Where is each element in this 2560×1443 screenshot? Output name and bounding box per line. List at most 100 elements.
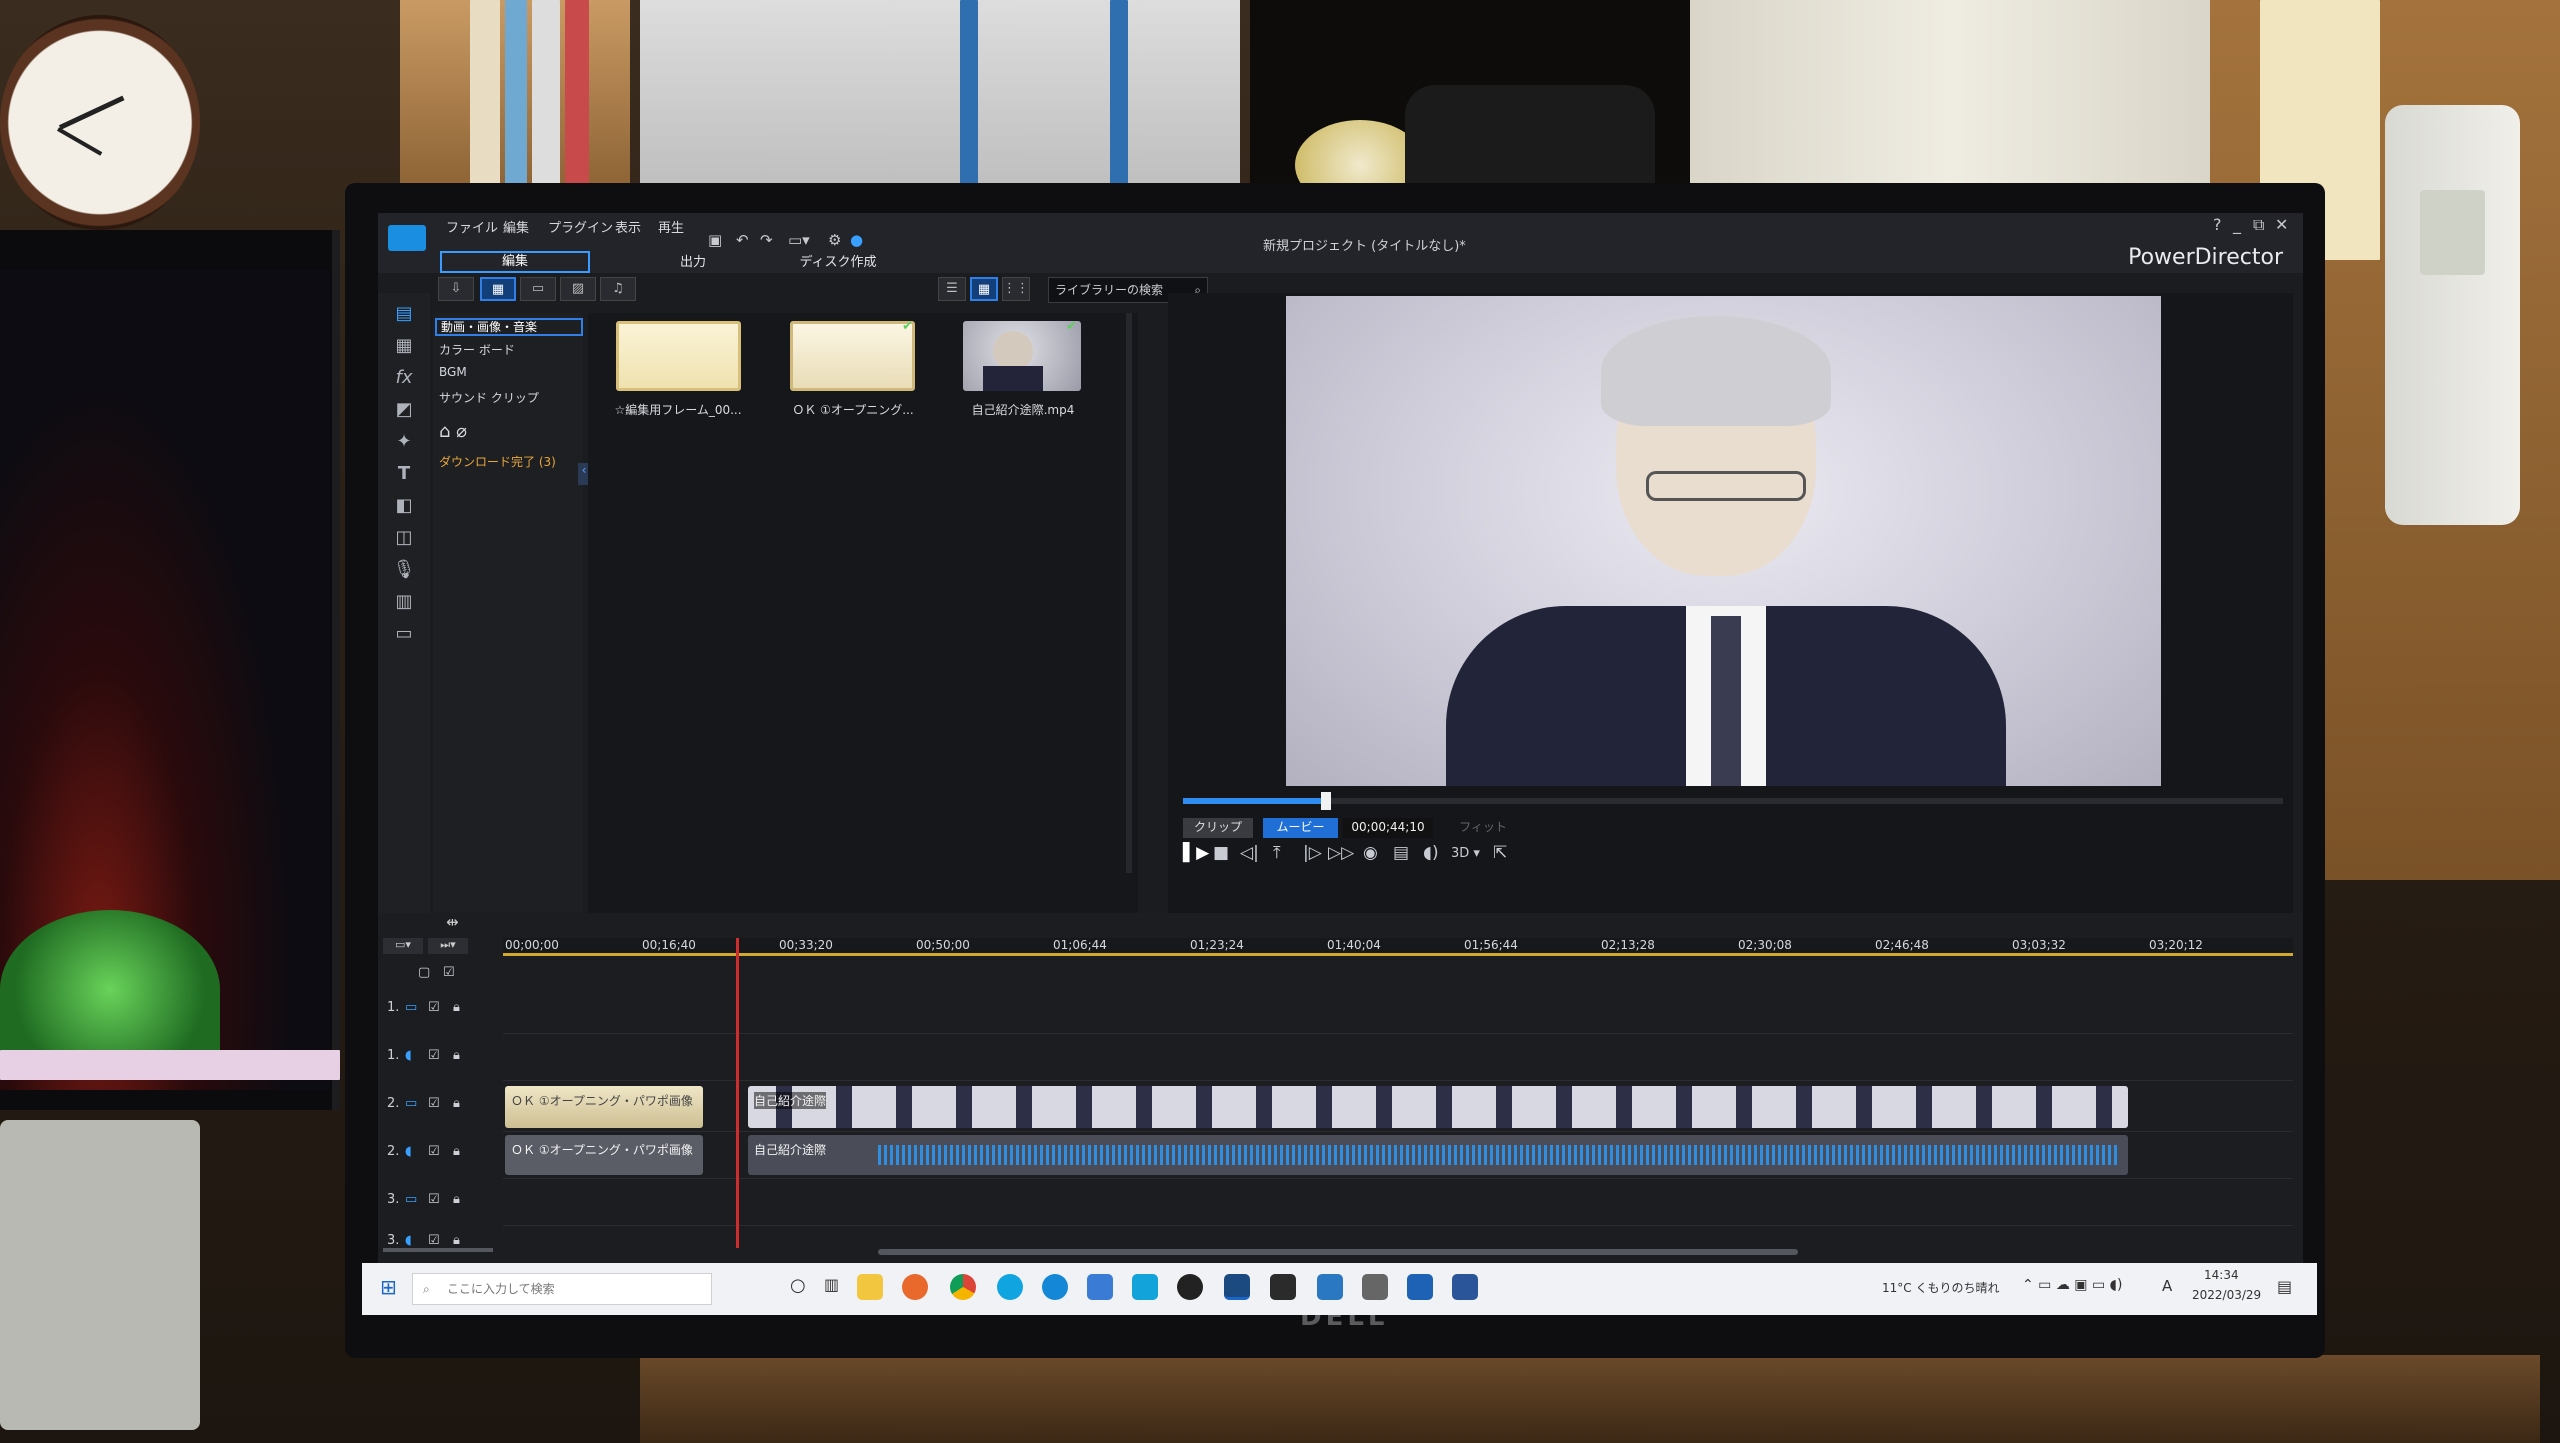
- track-enable-checkbox[interactable]: ☑: [428, 1192, 440, 1207]
- track-row[interactable]: ＯＫ ①オープニング・パワポ画像 自己紹介途際: [503, 1082, 2293, 1132]
- task-view-icon[interactable]: ▥: [824, 1275, 839, 1294]
- lock-icon[interactable]: 🔒︎: [453, 1233, 460, 1248]
- track-enable-checkbox[interactable]: ☑: [428, 1233, 440, 1248]
- skype-icon[interactable]: [997, 1274, 1023, 1300]
- menu-playback[interactable]: 再生: [658, 217, 684, 236]
- track-enable-checkbox[interactable]: ☑: [428, 1096, 440, 1111]
- category-sound-clip[interactable]: サウンド クリップ: [439, 389, 539, 406]
- category-color-board[interactable]: カラー ボード: [439, 341, 515, 358]
- pip-room-icon[interactable]: ◩: [392, 399, 416, 421]
- transition-room-icon[interactable]: ◧: [392, 495, 416, 517]
- store-icon[interactable]: [1087, 1274, 1113, 1300]
- all-tracks-toggle-icon[interactable]: ▢: [418, 965, 430, 980]
- menu-view[interactable]: 表示: [615, 217, 641, 236]
- track-row[interactable]: [503, 1180, 2293, 1226]
- audio-mixing-icon[interactable]: ◫: [392, 527, 416, 549]
- thumbnail-opening[interactable]: [790, 321, 915, 391]
- word-icon[interactable]: [1452, 1274, 1478, 1300]
- subtitle-toggle-icon[interactable]: ▤: [1393, 843, 1409, 863]
- volume-icon[interactable]: ◖): [1423, 843, 1439, 863]
- tab-disc[interactable]: ディスク作成: [793, 251, 883, 270]
- clock-time[interactable]: 14:34: [2204, 1268, 2239, 1282]
- ime-indicator[interactable]: A: [2162, 1277, 2172, 1295]
- edge-icon[interactable]: [1042, 1274, 1068, 1300]
- medium-icons-button[interactable]: ▦: [970, 277, 998, 301]
- lock-icon[interactable]: 🔒︎: [453, 1096, 460, 1111]
- stop-icon[interactable]: ■: [1213, 843, 1229, 863]
- weather-widget[interactable]: 11°C くもりのち晴れ: [1882, 1279, 1999, 1296]
- zoom-slider[interactable]: [383, 1248, 493, 1252]
- timeline-horizontal-scrollbar[interactable]: [878, 1249, 1798, 1255]
- lock-icon[interactable]: 🔒︎: [453, 1144, 460, 1159]
- camera-icon[interactable]: ◉: [1363, 843, 1378, 863]
- category-bgm[interactable]: BGM: [439, 365, 467, 379]
- mail-icon[interactable]: [1132, 1274, 1158, 1300]
- settings-gear-icon[interactable]: ⚙: [828, 231, 841, 249]
- chapter-room-icon[interactable]: ▥: [392, 591, 416, 613]
- thumbnail-video[interactable]: [963, 321, 1081, 391]
- track-manager-button[interactable]: ▭▾: [383, 938, 423, 954]
- tab-output[interactable]: 出力: [663, 251, 723, 270]
- particle-room-icon[interactable]: ✦: [392, 431, 416, 453]
- info-icon[interactable]: ●: [850, 231, 863, 249]
- tab-edit[interactable]: 編集: [440, 251, 590, 273]
- media-filter-all-button[interactable]: ▦: [480, 277, 516, 301]
- powerdirector-taskbar-icon[interactable]: [1224, 1274, 1250, 1300]
- help-icon[interactable]: ?: [2213, 215, 2222, 234]
- redo-icon[interactable]: ↷: [760, 231, 773, 249]
- lock-icon[interactable]: 🔒︎: [453, 1000, 460, 1015]
- menu-edit[interactable]: 編集: [503, 217, 529, 236]
- voice-over-icon[interactable]: 🎙: [392, 559, 416, 581]
- small-icons-button[interactable]: ⋮⋮: [1002, 277, 1030, 301]
- clock-date[interactable]: 2022/03/29: [2192, 1288, 2261, 1302]
- aspect-ratio-icon[interactable]: ▭▾: [788, 231, 810, 249]
- media-app-icon[interactable]: [1270, 1274, 1296, 1300]
- undock-preview-icon[interactable]: ⇱: [1493, 843, 1507, 863]
- main-video-clip[interactable]: 自己紹介途際: [748, 1086, 2128, 1128]
- media-room-icon[interactable]: ▤: [392, 303, 416, 325]
- track-row[interactable]: [503, 1035, 2293, 1081]
- library-scrollbar[interactable]: [1126, 313, 1132, 873]
- taskbar-search-input[interactable]: ⌕ ここに入力して検索: [412, 1273, 712, 1305]
- snap-button[interactable]: ⏭▾: [428, 938, 468, 954]
- system-tray-icons[interactable]: ⌃ ▭ ☁ ▣ ▭ ◖): [2022, 1277, 2123, 1293]
- windows-start-icon[interactable]: ⊞: [380, 1275, 397, 1299]
- cortana-icon[interactable]: ○: [790, 1275, 806, 1296]
- timecode-display[interactable]: 00;00;44;10: [1343, 818, 1433, 838]
- fast-forward-icon[interactable]: ▷▷: [1328, 843, 1354, 863]
- menu-plugin[interactable]: プラグイン: [548, 217, 613, 236]
- outlook-icon[interactable]: [1407, 1274, 1433, 1300]
- all-tracks-enable-checkbox[interactable]: ☑: [443, 965, 455, 980]
- tab-movie-preview[interactable]: ムービー: [1263, 818, 1338, 838]
- next-frame-icon[interactable]: |▷: [1303, 843, 1322, 863]
- menu-file[interactable]: ファイル: [446, 217, 498, 236]
- fit-timeline-icon[interactable]: ⇹: [446, 913, 459, 931]
- main-audio-clip[interactable]: 自己紹介途際: [748, 1135, 2128, 1175]
- track-row[interactable]: ＯＫ ①オープニング・パワポ画像 自己紹介途際: [503, 1133, 2293, 1179]
- track-enable-checkbox[interactable]: ☑: [428, 1000, 440, 1015]
- image-filter-button[interactable]: ▨: [560, 277, 596, 301]
- template-room-icon[interactable]: ▦: [392, 335, 416, 357]
- photos-icon[interactable]: [1317, 1274, 1343, 1300]
- opening-video-clip[interactable]: ＯＫ ①オープニング・パワポ画像: [505, 1086, 703, 1128]
- 3d-toggle-button[interactable]: 3D ▾: [1451, 846, 1480, 861]
- track-enable-checkbox[interactable]: ☑: [428, 1144, 440, 1159]
- track-enable-checkbox[interactable]: ☑: [428, 1048, 440, 1063]
- timeline-ruler[interactable]: 00;00;00 00;16;40 00;33;20 00;50;00 01;06;44…: [503, 938, 2293, 956]
- camera-app-icon[interactable]: [1362, 1274, 1388, 1300]
- track-row[interactable]: [503, 988, 2293, 1034]
- music-filter-button[interactable]: ♫: [600, 277, 636, 301]
- fx-room-icon[interactable]: fx: [392, 367, 416, 389]
- undo-icon[interactable]: ↶: [736, 231, 749, 249]
- play-icon[interactable]: ▌▶: [1183, 843, 1209, 863]
- obs-icon[interactable]: [1177, 1274, 1203, 1300]
- snapshot-marker-icon[interactable]: ⤒: [1273, 843, 1281, 863]
- previous-frame-icon[interactable]: ◁|: [1240, 843, 1259, 863]
- save-icon[interactable]: ▣: [708, 231, 722, 249]
- lock-icon[interactable]: 🔒︎: [453, 1192, 460, 1207]
- minimize-icon[interactable]: _: [2233, 215, 2241, 234]
- download-complete-label[interactable]: ダウンロード完了 (3): [439, 453, 556, 470]
- fit-dropdown[interactable]: フィット: [1443, 818, 1523, 838]
- notification-icon[interactable]: ▤: [2277, 1277, 2292, 1296]
- video-filter-button[interactable]: ▭: [520, 277, 556, 301]
